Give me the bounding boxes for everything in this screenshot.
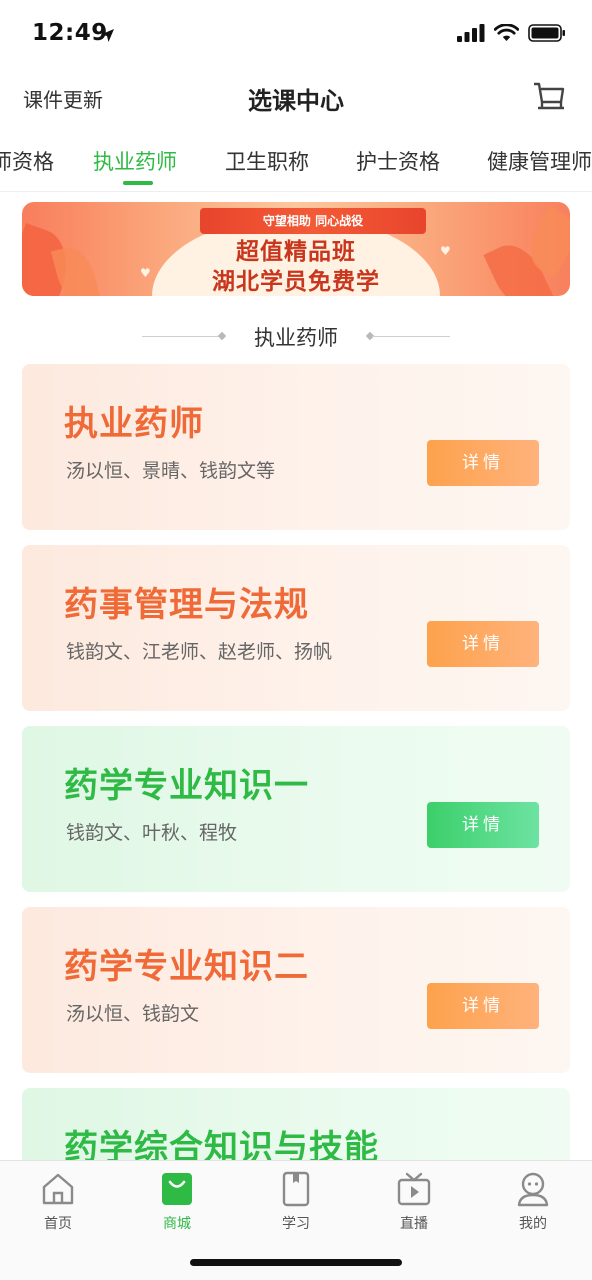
tabbar-label: 直播 [400, 1216, 428, 1232]
profile-icon [517, 1172, 549, 1207]
tab-active-indicator [123, 181, 153, 185]
course-card[interactable]: 药学专业知识二 汤以恒、钱韵文 详情 [22, 907, 570, 1073]
course-title: 执业药师 [64, 404, 204, 444]
promo-banner[interactable]: ♥ ♥ 守望相助 同心战役 超值精品班 湖北学员免费学 [22, 202, 570, 296]
tab-licensed-pharmacist[interactable]: 执业药师 [93, 146, 177, 176]
tabbar-label: 首页 [44, 1216, 72, 1232]
tabbar-label: 学习 [282, 1216, 310, 1232]
details-button[interactable]: 详情 [427, 802, 539, 848]
course-teachers: 汤以恒、景晴、钱韵文等 [66, 460, 276, 482]
course-card[interactable]: 药学综合知识与技能 [22, 1088, 570, 1160]
tabbar-label: 我的 [519, 1216, 547, 1232]
status-bar: 12:49 [0, 0, 592, 70]
tabbar-item-home[interactable]: 首页 [18, 1171, 98, 1237]
cellular-signal-icon [457, 24, 485, 42]
course-card[interactable]: 药学专业知识一 钱韵文、叶秋、程牧 详情 [22, 726, 570, 892]
course-title: 药学专业知识一 [64, 766, 309, 806]
tabbar-item-live[interactable]: 直播 [374, 1171, 454, 1237]
tabbar-item-study[interactable]: 学习 [256, 1171, 336, 1237]
heart-icon: ♥ [140, 266, 151, 280]
location-arrow-icon [101, 29, 114, 42]
banner-headline: 超值精品班 [236, 239, 356, 265]
section-title: 执业药师 [254, 326, 338, 350]
course-teachers: 钱韵文、叶秋、程牧 [66, 822, 238, 844]
course-title: 药学专业知识二 [64, 947, 309, 987]
wifi-icon [494, 24, 519, 41]
tabbar-label: 商城 [163, 1216, 191, 1232]
cart-icon[interactable] [532, 78, 566, 114]
course-title: 药学综合知识与技能 [64, 1128, 379, 1160]
tabbar-item-profile[interactable]: 我的 [493, 1171, 573, 1237]
tabbar-item-mall[interactable]: 商城 [137, 1171, 217, 1237]
details-button[interactable]: 详情 [427, 621, 539, 667]
home-icon [42, 1173, 74, 1205]
tv-icon [397, 1172, 431, 1206]
battery-icon [528, 24, 565, 42]
course-card[interactable]: 药事管理与法规 钱韵文、江老师、赵老师、扬帆 详情 [22, 545, 570, 711]
banner-subheadline: 湖北学员免费学 [212, 269, 380, 295]
tab-nurse-qualification[interactable]: 护士资格 [356, 146, 440, 176]
details-button[interactable]: 详情 [427, 983, 539, 1029]
section-heading: 执业药师 [0, 318, 592, 354]
tab-health-title[interactable]: 卫生职称 [225, 146, 309, 176]
book-icon [282, 1171, 310, 1207]
heart-icon: ♥ [440, 244, 451, 258]
details-button[interactable]: 详情 [427, 440, 539, 486]
status-time: 12:49 [32, 20, 108, 46]
divider [372, 336, 450, 337]
category-tabs: 师资格 执业药师 卫生职称 护士资格 健康管理师 [0, 130, 592, 192]
page-title: 选课中心 [248, 87, 344, 115]
course-title: 药事管理与法规 [64, 585, 309, 625]
banner-ribbon: 守望相助 同心战役 [200, 208, 426, 234]
course-teachers: 汤以恒、钱韵文 [66, 1003, 200, 1025]
mall-icon [162, 1173, 192, 1205]
course-teachers: 钱韵文、江老师、赵老师、扬帆 [66, 641, 333, 663]
tab-teacher-qualification[interactable]: 师资格 [0, 146, 54, 176]
nav-header: 课件更新 选课中心 [0, 70, 592, 126]
course-card[interactable]: 执业药师 汤以恒、景晴、钱韵文等 详情 [22, 364, 570, 530]
home-indicator [190, 1259, 402, 1266]
tab-health-manager[interactable]: 健康管理师 [487, 146, 592, 176]
